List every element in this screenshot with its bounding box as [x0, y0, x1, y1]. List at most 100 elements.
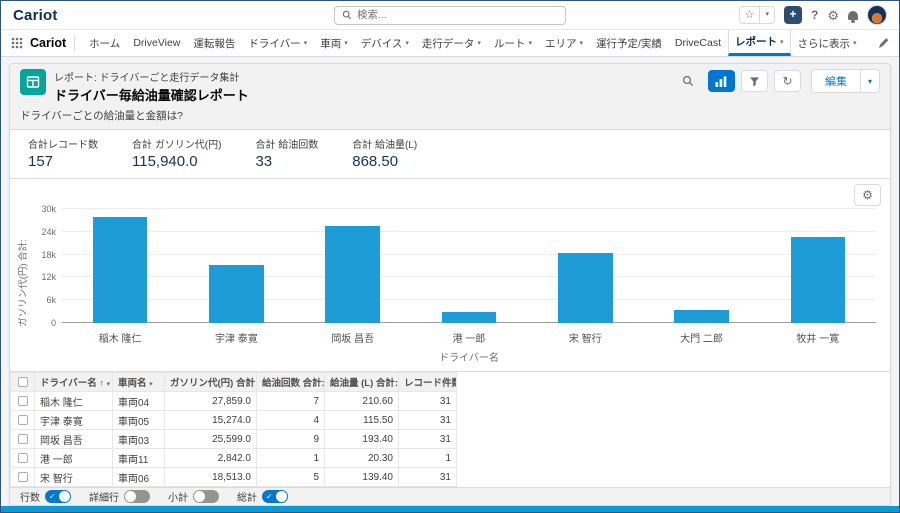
column-header[interactable]: ガソリン代(円) 合計: [165, 373, 257, 392]
chevron-down-icon[interactable]: ▾ [149, 381, 153, 388]
table-row[interactable]: 岡坂 昌吾車両0325,599.09193.4031 [11, 430, 457, 449]
report-icon [20, 69, 46, 95]
chart-xlabels: 稲木 隆仁宇津 泰寛岡坂 昌吾港 一郎宋 智行大門 二郎牧井 一寛 [62, 330, 876, 345]
table-cell: 210.60 [325, 392, 399, 411]
nav-tab[interactable]: エリア▾ [539, 30, 589, 56]
chart-slot [178, 209, 294, 323]
report-footer: 行数✓詳細行小計総計✓ [10, 487, 890, 505]
summary-metric: 合計レコード数157 [28, 136, 98, 170]
metric-value: 157 [28, 153, 98, 170]
nav-tab[interactable]: DriveCast [669, 30, 727, 56]
table-cell: 車両06 [113, 468, 165, 487]
column-header[interactable]: ドライバー名 ↑ ▾ [35, 373, 113, 392]
nav-tab[interactable]: 車両▾ [314, 30, 354, 56]
footer-toggle-group: 小計 [168, 489, 219, 504]
column-header[interactable]: 給油量 (L) 合計: [325, 373, 399, 392]
cariot-logo: Cariot [13, 7, 58, 24]
table-cell: 車両11 [113, 449, 165, 468]
metric-label: 合計 給油回数 [255, 136, 318, 151]
chevron-down-icon: ▾ [344, 39, 348, 47]
nav-tab[interactable]: ルート▾ [488, 30, 538, 56]
row-checkbox[interactable] [11, 411, 35, 430]
row-checkbox[interactable] [11, 468, 35, 487]
edit-button[interactable]: 編集 [811, 69, 861, 93]
chevron-down-icon[interactable]: ▾ [107, 381, 111, 388]
table-cell: 車両04 [113, 392, 165, 411]
row-checkbox[interactable] [11, 392, 35, 411]
nav-tab[interactable]: ホーム [83, 30, 126, 56]
refresh-button[interactable]: ↻ [774, 70, 801, 92]
checkbox-icon [18, 377, 28, 387]
row-checkbox[interactable] [11, 449, 35, 468]
metric-value: 33 [255, 153, 318, 170]
metric-label: 合計 給油量(L) [352, 136, 417, 151]
setup-gear-icon[interactable]: ⚙ [827, 9, 839, 22]
edit-nav-pencil-icon[interactable] [878, 38, 889, 49]
metric-label: 合計 ガソリン代(円) [132, 136, 221, 151]
favorites-star-icon[interactable]: ☆ [740, 7, 760, 23]
chevron-down-icon: ▾ [780, 38, 784, 46]
edit-dropdown-chevron[interactable]: ▾ [861, 69, 880, 93]
category-label: 岡坂 昌吾 [295, 330, 411, 345]
toggle-switch[interactable] [193, 490, 219, 503]
column-header[interactable]: レコード件数 [399, 373, 457, 392]
report-search-button[interactable] [675, 70, 702, 92]
table-row[interactable]: 稲木 隆仁車両0427,859.07210.6031 [11, 392, 457, 411]
nav-tab[interactable]: 走行データ▾ [416, 30, 487, 56]
report-question: ドライバーごとの給油量と金額は? [20, 108, 880, 123]
notifications-bell-icon[interactable] [848, 11, 858, 20]
global-search[interactable] [334, 6, 566, 25]
chart-bar[interactable] [674, 310, 729, 323]
chart-toggle-button[interactable] [708, 70, 735, 92]
gear-icon: ⚙ [862, 189, 873, 201]
table-cell: 15,274.0 [165, 411, 257, 430]
row-checkbox[interactable] [11, 430, 35, 449]
nav-tab[interactable]: デバイス▾ [355, 30, 415, 56]
toggle-switch[interactable]: ✓ [45, 490, 71, 503]
favorites-chevron-icon[interactable]: ▾ [759, 7, 774, 23]
table-row[interactable]: 宋 智行車両0618,513.05139.4031 [11, 468, 457, 487]
chart-bar[interactable] [209, 265, 264, 323]
metric-value: 868.50 [352, 153, 417, 170]
quick-add-button[interactable]: + [784, 6, 802, 24]
toggle-switch[interactable] [124, 490, 150, 503]
nav-tab[interactable]: 運行予定/実績 [590, 30, 668, 56]
column-header[interactable]: 車両名 ▾ [113, 373, 165, 392]
chart-bar[interactable] [558, 253, 613, 323]
nav-tab[interactable]: ドライバー▾ [242, 30, 313, 56]
chart-bar[interactable] [93, 217, 148, 323]
column-header[interactable]: 給油回数 合計: [257, 373, 325, 392]
chart-settings-button[interactable]: ⚙ [854, 184, 881, 206]
global-search-input[interactable] [357, 9, 558, 21]
table-row[interactable]: 港 一郎車両112,842.0120.301 [11, 449, 457, 468]
nav-tab[interactable]: さらに表示▾ [792, 30, 863, 56]
report-type-label: レポート: ドライバーごと走行データ集計 [54, 69, 249, 84]
metric-value: 115,940.0 [132, 153, 221, 170]
chevron-down-icon: ▾ [579, 39, 583, 47]
table-cell: 18,513.0 [165, 468, 257, 487]
nav-tab-label: 走行データ [422, 36, 475, 51]
chart-bar[interactable] [791, 237, 846, 323]
user-avatar[interactable] [867, 5, 887, 25]
toggle-switch[interactable]: ✓ [262, 490, 288, 503]
nav-tab[interactable]: 運転報告 [187, 30, 241, 56]
category-label: 宇津 泰寛 [178, 330, 294, 345]
table-cell: 宇津 泰寛 [35, 411, 113, 430]
chart-bar[interactable] [442, 312, 497, 323]
chart-slot [295, 209, 411, 323]
category-label: 宋 智行 [527, 330, 643, 345]
nav-tab[interactable]: DriveView [127, 30, 186, 56]
chart-plot: 06k12k18k24k30k [62, 209, 876, 323]
global-header: Cariot ☆ ▾ + ? ⚙ [1, 1, 899, 30]
table-row[interactable]: 宇津 泰寛車両0515,274.04115.5031 [11, 411, 457, 430]
select-all-checkbox[interactable] [11, 373, 35, 392]
nav-tab[interactable]: レポート▾ [728, 30, 791, 56]
app-launcher-waffle-icon[interactable] [11, 37, 23, 49]
help-icon[interactable]: ? [811, 8, 818, 22]
table-cell: 車両03 [113, 430, 165, 449]
summary-metric: 合計 給油回数 33 [255, 136, 318, 170]
chart-bar[interactable] [325, 226, 380, 323]
category-label: 牧井 一寛 [760, 330, 876, 345]
table-cell: 25,599.0 [165, 430, 257, 449]
filter-button[interactable] [741, 70, 768, 92]
